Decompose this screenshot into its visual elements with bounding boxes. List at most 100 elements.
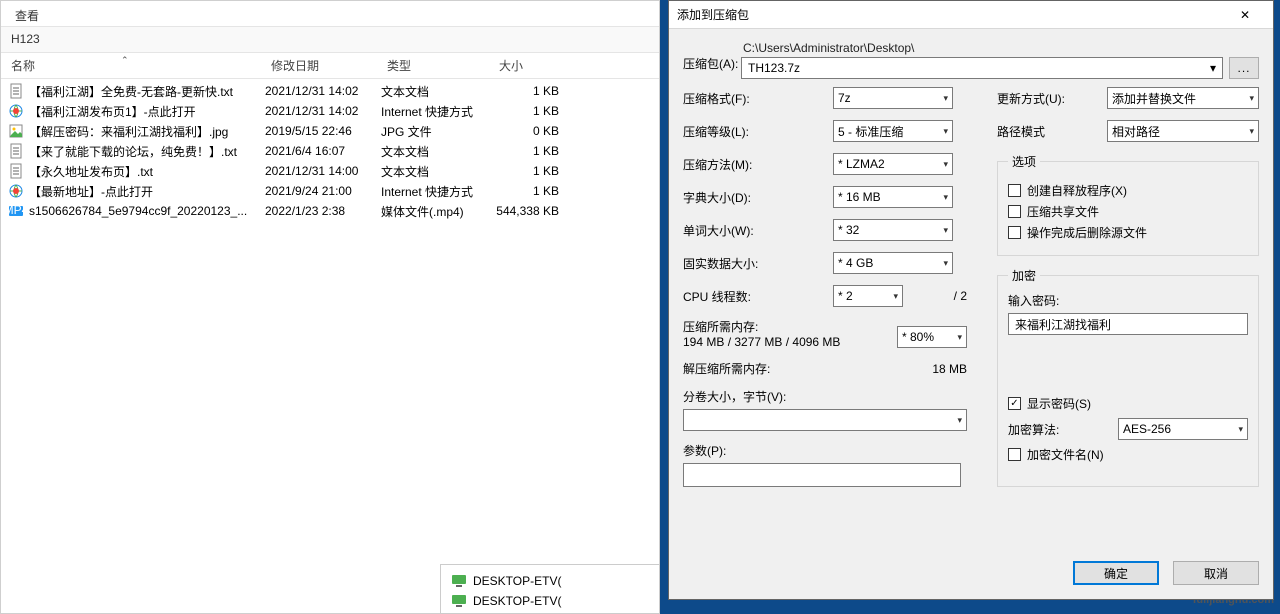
mem-decompress-value: 18 MB (932, 362, 967, 376)
password-label: 输入密码: (1008, 292, 1248, 309)
file-size: 1 KB (493, 144, 559, 158)
close-button[interactable]: ✕ (1225, 3, 1265, 27)
mem-percent-select[interactable]: * 80% ▾ (897, 326, 967, 348)
sfx-checkbox-row[interactable]: 创建自释放程序(X) (1008, 182, 1248, 199)
column-size[interactable]: 大小 (489, 57, 569, 74)
dialog-title: 添加到压缩包 (677, 6, 1225, 23)
file-date: 2021/12/31 14:00 (265, 164, 381, 178)
file-row[interactable]: 【来了就能下载的论坛，纯免费！】.txt2021/6/4 16:07文本文档1 … (1, 141, 659, 161)
delete-checkbox-row[interactable]: 操作完成后删除源文件 (1008, 224, 1248, 241)
level-select[interactable]: 5 - 标准压缩▾ (833, 120, 953, 142)
solid-label: 固实数据大小: (683, 255, 833, 272)
options-group: 选项 创建自释放程序(X) 压缩共享文件 操作完成后删除源文件 (997, 153, 1259, 256)
dialog-titlebar[interactable]: 添加到压缩包 ✕ (669, 1, 1273, 29)
algo-value: AES-256 (1123, 422, 1171, 436)
solid-value: * 4 GB (838, 256, 873, 270)
dict-select[interactable]: * 16 MB ▾ (833, 186, 953, 208)
checkbox-checked-icon: ✓ (1008, 397, 1021, 410)
archive-name-value: TH123.7z (748, 61, 800, 75)
network-location-label: DESKTOP-ETV( (473, 574, 561, 588)
file-row[interactable]: 【最新地址】-点此打开2021/9/24 21:00Internet 快捷方式1… (1, 181, 659, 201)
ok-button[interactable]: 确定 (1073, 561, 1159, 585)
mem-percent-value: * 80% (902, 330, 934, 344)
word-value: * 32 (838, 223, 859, 237)
word-select[interactable]: * 32 ▾ (833, 219, 953, 241)
file-type: 文本文档 (381, 143, 493, 160)
file-size: 1 KB (493, 164, 559, 178)
params-input[interactable] (683, 463, 961, 487)
checkbox-icon (1008, 226, 1021, 239)
file-icon (7, 83, 25, 99)
file-row[interactable]: 【永久地址发布页】.txt2021/12/31 14:00文本文档1 KB (1, 161, 659, 181)
column-type[interactable]: 类型 (377, 57, 489, 74)
chevron-down-icon: ▾ (893, 291, 898, 302)
threads-max: / 2 (911, 289, 967, 303)
file-date: 2021/12/31 14:02 (265, 84, 381, 98)
chevron-down-icon: ▾ (943, 192, 948, 203)
file-date: 2021/9/24 21:00 (265, 184, 381, 198)
level-label: 压缩等级(L): (683, 123, 833, 140)
path-mode-select[interactable]: 相对路径▾ (1107, 120, 1259, 142)
file-name: 【永久地址发布页】.txt (29, 163, 265, 180)
archive-folder-path: C:\Users\Administrator\Desktop\ (741, 39, 1259, 57)
dict-value: * 16 MB (838, 190, 881, 204)
solid-select[interactable]: * 4 GB▾ (833, 252, 953, 274)
browse-button[interactable]: ... (1229, 57, 1259, 79)
password-value: 来福利江湖找福利 (1015, 316, 1111, 333)
file-name: 【最新地址】-点此打开 (29, 183, 265, 200)
file-size: 0 KB (493, 124, 559, 138)
file-date: 2022/1/23 2:38 (265, 204, 381, 218)
file-icon: MP4 (7, 203, 25, 219)
address-bar[interactable]: H123 (1, 27, 659, 53)
add-to-archive-dialog: 添加到压缩包 ✕ 压缩包(A): C:\Users\Administrator\… (668, 0, 1274, 600)
encryption-legend: 加密 (1008, 267, 1040, 284)
chevron-down-icon: ▾ (1210, 61, 1216, 75)
threads-select[interactable]: * 2 ▾ (833, 285, 903, 307)
file-type: JPG 文件 (381, 123, 493, 140)
checkbox-icon (1008, 184, 1021, 197)
chevron-down-icon: ▾ (943, 225, 948, 236)
archive-name-input[interactable]: TH123.7z ▾ (741, 57, 1223, 79)
threads-value: * 2 (838, 289, 853, 303)
encnames-checkbox-row[interactable]: 加密文件名(N) (1008, 446, 1248, 463)
chevron-down-icon: ▾ (1238, 424, 1243, 435)
update-mode-select[interactable]: 添加并替换文件▾ (1107, 87, 1259, 109)
split-select[interactable]: ▾ (683, 409, 967, 431)
column-name-label: 名称 (11, 59, 35, 73)
password-input[interactable]: 来福利江湖找福利 (1008, 313, 1248, 335)
column-date[interactable]: 修改日期 (261, 57, 377, 74)
file-type: Internet 快捷方式 (381, 103, 493, 120)
params-label: 参数(P): (683, 442, 967, 459)
file-size: 1 KB (493, 104, 559, 118)
file-type: Internet 快捷方式 (381, 183, 493, 200)
share-checkbox-row[interactable]: 压缩共享文件 (1008, 203, 1248, 220)
close-icon: ✕ (1240, 8, 1250, 22)
file-row[interactable]: 【解压密码：来福利江湖找福利】.jpg2019/5/15 22:46JPG 文件… (1, 121, 659, 141)
dict-label: 字典大小(D): (683, 189, 833, 206)
explorer-ribbon: 查看 (1, 1, 659, 27)
taskbar-preview: DESKTOP-ETV( DESKTOP-ETV( (440, 564, 660, 614)
file-row[interactable]: MP4s1506626784_5e9794cc9f_20220123_...20… (1, 201, 659, 221)
level-value: 5 - 标准压缩 (838, 123, 903, 140)
file-row[interactable]: 【福利江湖】全免费-无套路-更新快.txt2021/12/31 14:02文本文… (1, 81, 659, 101)
view-tab[interactable]: 查看 (1, 1, 53, 30)
column-name[interactable]: 名称 ⌃ (1, 57, 261, 74)
method-value: * LZMA2 (838, 157, 885, 171)
chevron-down-icon: ▾ (957, 332, 962, 343)
file-name: 【福利江湖发布页1】-点此打开 (29, 103, 265, 120)
file-icon (7, 183, 25, 199)
algo-select[interactable]: AES-256 ▾ (1118, 418, 1248, 440)
network-location-item[interactable]: DESKTOP-ETV( (445, 571, 655, 591)
showpwd-checkbox-row[interactable]: ✓ 显示密码(S) (1008, 395, 1248, 412)
network-location-item[interactable]: DESKTOP-ETV( (445, 591, 655, 611)
file-icon (7, 103, 25, 119)
cancel-button[interactable]: 取消 (1173, 561, 1259, 585)
format-value: 7z (838, 91, 851, 105)
format-select[interactable]: 7z ▾ (833, 87, 953, 109)
svg-text:MP4: MP4 (8, 203, 24, 217)
file-icon (7, 123, 25, 139)
chevron-down-icon: ▾ (943, 93, 948, 104)
sfx-label: 创建自释放程序(X) (1027, 182, 1127, 199)
file-row[interactable]: 【福利江湖发布页1】-点此打开2021/12/31 14:02Internet … (1, 101, 659, 121)
method-select[interactable]: * LZMA2▾ (833, 153, 953, 175)
